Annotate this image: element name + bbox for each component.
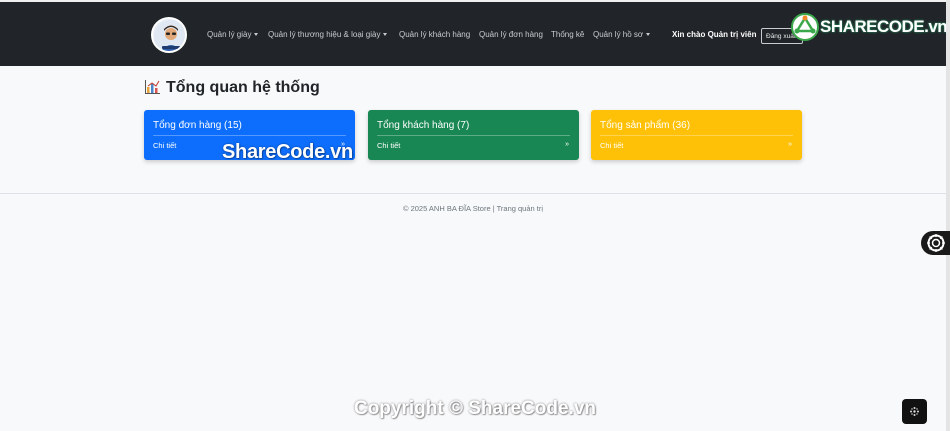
caret-down-icon <box>646 33 651 36</box>
logo-avatar-icon <box>154 20 185 51</box>
card-total-products: Tổng sản phẩm (36) Chi tiết » <box>591 110 802 160</box>
double-chevron-right-icon[interactable]: » <box>788 141 792 148</box>
nav-brands-dropdown[interactable]: Quản lý thương hiệu & loại giày <box>268 30 388 39</box>
nav-profile-dropdown[interactable]: Quản lý hồ sơ <box>593 30 651 39</box>
gear-icon <box>927 234 945 252</box>
page-scrollbar[interactable] <box>946 0 950 431</box>
nav-customers[interactable]: Quản lý khách hàng <box>399 30 470 39</box>
bar-chart-icon <box>145 80 160 94</box>
card-title: Tổng đơn hàng (15) <box>153 120 242 131</box>
card-total-customers: Tổng khách hàng (7) Chi tiết » <box>368 110 579 160</box>
card-title: Tổng khách hàng (7) <box>377 120 470 131</box>
side-floating-widget[interactable] <box>921 231 950 255</box>
card-title: Tổng sản phẩm (36) <box>600 120 691 131</box>
card-divider <box>377 135 570 136</box>
card-details-link[interactable]: Chi tiết <box>153 141 176 150</box>
footer-divider <box>0 193 946 194</box>
sharecode-brand-watermark: SHARECODE.vn <box>790 10 948 44</box>
double-chevron-right-icon[interactable]: » <box>565 141 569 148</box>
nav-orders[interactable]: Quản lý đơn hàng <box>479 30 543 39</box>
sharecode-logo-icon <box>791 13 819 41</box>
footer-copyright: © 2025 ANH BA ĐĨA Store | Trang quản trị <box>402 204 544 213</box>
card-details-link[interactable]: Chi tiết <box>377 141 400 150</box>
card-divider <box>153 135 346 136</box>
top-navbar: Quản lý giày Quản lý thương hiệu & loại … <box>0 0 948 66</box>
nav-statistics[interactable]: Thống kê <box>551 30 584 39</box>
copyright-watermark: Copyright © ShareCode.vn <box>353 398 597 419</box>
sharecode-center-watermark: ShareCode.vn <box>222 141 353 163</box>
card-details-link[interactable]: Chi tiết <box>600 141 623 150</box>
card-divider <box>600 135 793 136</box>
caret-down-icon <box>383 33 388 36</box>
caret-down-icon <box>254 33 259 36</box>
page-title: Tổng quan hệ thống <box>145 79 320 97</box>
greeting-text: Xin chào Quản trị viên <box>672 30 757 39</box>
store-logo[interactable] <box>151 17 187 53</box>
nav-shoes-dropdown[interactable]: Quản lý giày <box>207 30 259 39</box>
